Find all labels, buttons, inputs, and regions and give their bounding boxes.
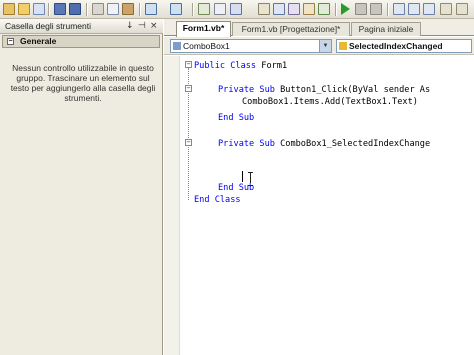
collapse-method-icon[interactable]: − — [185, 139, 192, 146]
dropdown-arrow-icon[interactable]: ↓ — [126, 19, 134, 34]
code-line-6: End Sub — [218, 183, 255, 193]
code-line-4: End Sub — [218, 113, 255, 123]
find-icon[interactable] — [214, 3, 226, 15]
vs-window: Casella degli strumenti ↓ ⊣ × − Generale… — [0, 0, 474, 355]
save-all-icon[interactable] — [69, 3, 81, 15]
start-debug-icon[interactable] — [341, 3, 350, 15]
standard-toolbar — [0, 0, 474, 19]
toolbox-group-generale[interactable]: − Generale — [2, 35, 160, 48]
properties-icon[interactable] — [273, 3, 285, 15]
object-dropdown[interactable]: ComboBox1 ▼ — [170, 39, 332, 53]
code-line-7: End Class — [194, 195, 241, 205]
redo-icon[interactable] — [170, 3, 182, 15]
step-into-icon[interactable] — [393, 3, 405, 15]
toolbox-title: Casella degli strumenti — [5, 21, 91, 31]
chevron-down-icon: ▼ — [319, 40, 331, 52]
save-icon[interactable] — [54, 3, 66, 15]
text-caret — [242, 171, 243, 182]
step-out-icon[interactable] — [423, 3, 435, 15]
toolbox-empty-message: Nessun controllo utilizzabile in questo … — [10, 63, 156, 103]
copy-icon[interactable] — [107, 3, 119, 15]
toolbar-separator — [139, 3, 140, 16]
code-line-2: Private Sub Button1_Click(ByVal sender A… — [218, 85, 431, 95]
toolbar-separator — [192, 3, 193, 16]
undo-icon[interactable] — [145, 3, 157, 15]
collapse-icon[interactable]: − — [7, 38, 14, 45]
cut-icon[interactable] — [92, 3, 104, 15]
paste-icon[interactable] — [122, 3, 134, 15]
event-dropdown-value: SelectedIndexChanged — [349, 41, 443, 51]
code-line-1: Public Class Form1 — [194, 61, 288, 71]
step-over-icon[interactable] — [408, 3, 420, 15]
toolbar-separator — [335, 3, 336, 16]
document-tabs: Form1.vb* Form1.vb [Progettazione]* Pagi… — [164, 19, 474, 37]
tab-form1-code[interactable]: Form1.vb* — [176, 21, 231, 37]
toolbox-header: Casella degli strumenti ↓ ⊣ × — [0, 19, 163, 34]
collapse-class-icon[interactable]: − — [185, 61, 192, 68]
window-icon[interactable] — [258, 3, 270, 15]
overflow-icon[interactable] — [456, 3, 468, 15]
code-editor[interactable]: − − − Public Class Form1 Private Sub But… — [164, 56, 474, 355]
open-icon[interactable] — [18, 3, 30, 15]
document-area: Form1.vb* Form1.vb [Progettazione]* Pagi… — [164, 19, 474, 355]
toolbar-separator — [86, 3, 87, 16]
group-label: Generale — [20, 36, 57, 46]
tab-form1-designer[interactable]: Form1.vb [Progettazione]* — [232, 22, 350, 36]
object-dropdown-value: ComboBox1 — [183, 41, 230, 51]
editor-gutter — [164, 56, 180, 355]
object-browser-icon[interactable] — [303, 3, 315, 15]
event-dropdown[interactable]: SelectedIndexChanged — [336, 39, 472, 53]
breakpoint-icon[interactable] — [440, 3, 452, 15]
navigate-icon[interactable] — [198, 3, 210, 15]
toolbar-separator — [387, 3, 388, 16]
pin-icon[interactable]: ⊣ — [138, 19, 146, 34]
event-icon — [339, 42, 347, 50]
control-icon — [173, 42, 181, 50]
layout-icon[interactable] — [230, 3, 242, 15]
add-item-icon[interactable] — [33, 3, 45, 15]
collapse-method-icon[interactable]: − — [185, 85, 192, 92]
close-icon[interactable]: × — [150, 19, 158, 34]
solution-icon[interactable] — [288, 3, 300, 15]
stop-icon[interactable] — [370, 3, 382, 15]
toolbox-icon[interactable] — [318, 3, 330, 15]
new-project-icon[interactable] — [3, 3, 15, 15]
pause-icon[interactable] — [355, 3, 367, 15]
code-line-5: Private Sub ComboBox1_SelectedIndexChang… — [218, 139, 431, 149]
toolbox-panel: Casella degli strumenti ↓ ⊣ × − Generale… — [0, 19, 163, 355]
tab-start-page[interactable]: Pagina iniziale — [351, 22, 421, 36]
code-line-3: ComboBox1.Items.Add(TextBox1.Text) — [242, 97, 418, 107]
toolbar-separator — [48, 3, 49, 16]
navigation-bar: ComboBox1 ▼ SelectedIndexChanged — [164, 37, 474, 55]
